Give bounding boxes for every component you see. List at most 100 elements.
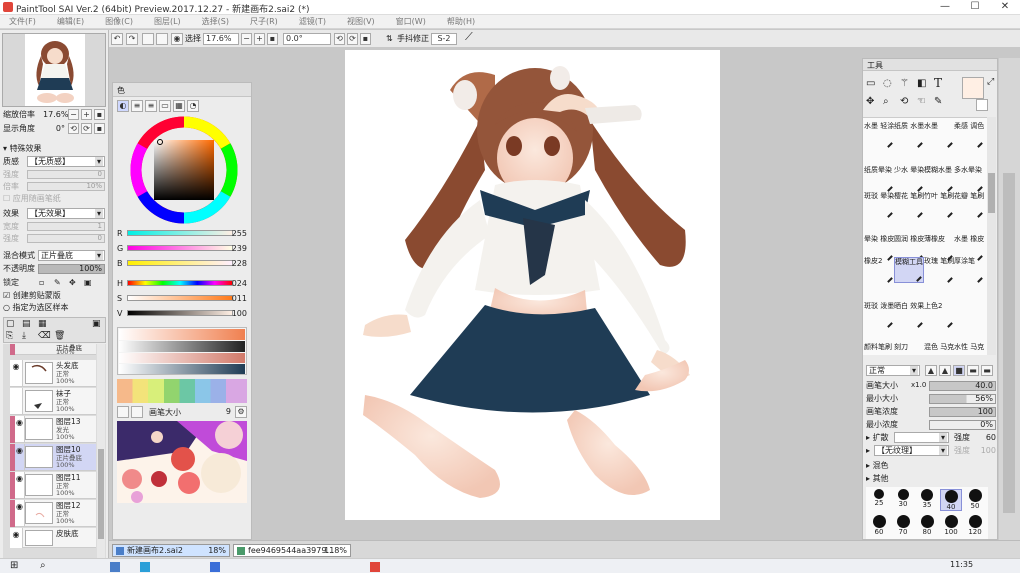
- visibility-eye-icon[interactable]: ◉: [10, 360, 23, 386]
- g-slider[interactable]: [127, 245, 233, 251]
- size-preset[interactable]: 70: [892, 515, 914, 537]
- layer-scrollbar[interactable]: [97, 344, 105, 573]
- brush-slot[interactable]: 斑驳 晕染: [864, 192, 894, 218]
- zoom-out-button[interactable]: −: [241, 33, 252, 45]
- brush-slot[interactable]: 斑驳 泼墨: [864, 302, 894, 328]
- current-color-swatch[interactable]: [962, 77, 984, 99]
- rgb-slider-tab-icon[interactable]: ≡: [131, 100, 143, 112]
- size-preset-selected[interactable]: 40: [940, 489, 962, 511]
- brush-slot[interactable]: 樱花 笔刷: [894, 192, 924, 218]
- visibility-eye-icon[interactable]: ◉: [15, 416, 25, 442]
- h-slider[interactable]: [127, 280, 233, 286]
- layer-select-icon[interactable]: ◧: [917, 78, 926, 89]
- size-preset[interactable]: 100: [940, 515, 962, 537]
- layer-scroll-thumb[interactable]: [98, 449, 104, 539]
- brush-slot[interactable]: 模糊水墨: [924, 166, 954, 192]
- visibility-eye-icon[interactable]: ◉: [15, 444, 25, 470]
- menu-filter[interactable]: 滤镜(T): [290, 15, 338, 29]
- min-size-slider[interactable]: 56%: [929, 394, 996, 404]
- magic-wand-icon[interactable]: ⚚: [900, 78, 909, 89]
- brush-slot[interactable]: 厚涂笔: [954, 257, 984, 283]
- layer-item[interactable]: ◉ 图层13 发光 100%: [10, 416, 96, 443]
- color-wheel-tab-icon[interactable]: ◐: [117, 100, 129, 112]
- brush-slot[interactable]: 颜料笔刷: [864, 343, 894, 355]
- stabilizer-select[interactable]: S-2: [431, 33, 457, 45]
- layer-item[interactable]: ◉ 头发底 正常 100%: [10, 360, 96, 387]
- layer-item[interactable]: ◉ 皮肤底: [10, 528, 96, 548]
- nav-rotate-right-icon[interactable]: ⟳: [81, 123, 92, 134]
- hsv-slider-tab-icon[interactable]: ≡: [145, 100, 157, 112]
- redo-icon[interactable]: ↷: [126, 33, 138, 45]
- undo-icon[interactable]: ↶: [111, 33, 123, 45]
- close-button[interactable]: ✕: [990, 0, 1020, 14]
- search-icon[interactable]: ⌕: [40, 560, 46, 571]
- navigator-preview[interactable]: [2, 33, 106, 107]
- new-folder-icon[interactable]: ▤: [22, 319, 31, 329]
- document-tab[interactable]: fee9469544aa3979... 118%: [233, 544, 351, 557]
- min-density-slider[interactable]: 0%: [929, 420, 996, 430]
- lasso-icon[interactable]: ◌: [883, 78, 892, 89]
- mix-row[interactable]: ▸ 混色: [866, 460, 969, 471]
- brush-mode-select[interactable]: 正常: [866, 365, 920, 376]
- shape-flat-icon[interactable]: ▬: [967, 365, 979, 376]
- r-slider[interactable]: [127, 230, 233, 236]
- r-value[interactable]: 255: [232, 229, 247, 238]
- shape-wide-icon[interactable]: ▬: [981, 365, 993, 376]
- h-value[interactable]: 024: [232, 279, 247, 288]
- b-slider[interactable]: [127, 260, 233, 266]
- v-slider[interactable]: [127, 310, 233, 316]
- effect-width-slider[interactable]: 1: [27, 222, 105, 231]
- s-slider[interactable]: [127, 295, 233, 301]
- layer-item[interactable]: 正片叠底 100%: [10, 344, 96, 356]
- other-row[interactable]: ▸ 其他: [866, 473, 969, 484]
- v-value[interactable]: 100: [232, 309, 247, 318]
- brush-slot[interactable]: 上色2: [924, 302, 954, 328]
- scratch-settings-icon[interactable]: ⚙: [235, 406, 247, 418]
- brush-size-value[interactable]: 9: [213, 407, 231, 416]
- texture-scale-slider[interactable]: 0: [27, 170, 105, 179]
- hand-tool-icon[interactable]: ☜: [917, 96, 926, 107]
- brush-size-multiplier[interactable]: x1.0: [911, 380, 929, 391]
- layer-item-selected[interactable]: ◉ 图层10 正片叠底 100%: [10, 444, 96, 471]
- scratchpad-tab-icon[interactable]: ◔: [187, 100, 199, 112]
- color-palette[interactable]: [117, 379, 247, 403]
- nav-zoom-out-button[interactable]: −: [68, 109, 79, 120]
- lock-all-icon[interactable]: ▣: [84, 277, 92, 288]
- brush-slot-selected[interactable]: 模糊工具: [894, 257, 924, 283]
- clip-checkbox[interactable]: ☑: [3, 291, 13, 300]
- eyedropper-icon[interactable]: ✎: [934, 96, 942, 107]
- scratch-clear-button[interactable]: [117, 406, 129, 418]
- size-preset[interactable]: 35: [916, 489, 938, 511]
- brush-slot[interactable]: 少水 晕染: [894, 166, 924, 192]
- scratch-color-button[interactable]: [131, 406, 143, 418]
- shape-medium-icon[interactable]: ■: [953, 365, 965, 376]
- brush-slot[interactable]: 刻刀: [894, 343, 924, 355]
- menu-select[interactable]: 选择(S): [193, 15, 241, 29]
- taskbar-app-icon[interactable]: [110, 562, 120, 572]
- straight-line-icon[interactable]: ⟋: [465, 31, 473, 42]
- shape-soft-icon[interactable]: ▲: [939, 365, 951, 376]
- brush-slot[interactable]: 纸质晕染: [864, 166, 894, 192]
- effect-strength-slider[interactable]: 0: [27, 234, 105, 243]
- brush-slot[interactable]: 橡皮2: [864, 257, 894, 283]
- b-value[interactable]: 228: [232, 259, 247, 268]
- canvas[interactable]: [345, 50, 720, 520]
- delete-layer-icon[interactable]: 🗑: [54, 331, 65, 341]
- expand-icon[interactable]: ▸: [866, 446, 870, 455]
- lock-transparency-icon[interactable]: ▫: [39, 277, 44, 288]
- intermediate-color-tab-icon[interactable]: ▭: [159, 100, 171, 112]
- taskbar-sai-icon[interactable]: [370, 562, 380, 572]
- swap-colors-icon[interactable]: ⤢: [987, 77, 994, 87]
- clear-layer-icon[interactable]: ⌫: [38, 331, 51, 341]
- layer-item[interactable]: ◉ 图层11 正常 100%: [10, 472, 96, 499]
- nav-rotate-reset-button[interactable]: ▪: [94, 123, 105, 134]
- brush-slot[interactable]: 混色 马克笔: [924, 343, 954, 355]
- brush-scrollbar[interactable]: [987, 117, 996, 355]
- brush-slot[interactable]: 水墨: [924, 122, 954, 148]
- visibility-eye-icon[interactable]: ◉: [10, 528, 23, 548]
- layer-item[interactable]: 袜子 正常 100%: [10, 388, 96, 415]
- rotate-right-icon[interactable]: ⟳: [347, 33, 358, 45]
- menu-layer[interactable]: 图层(L): [145, 15, 193, 29]
- angle-value[interactable]: 0°: [43, 123, 65, 134]
- taskbar-app-icon[interactable]: [140, 562, 150, 572]
